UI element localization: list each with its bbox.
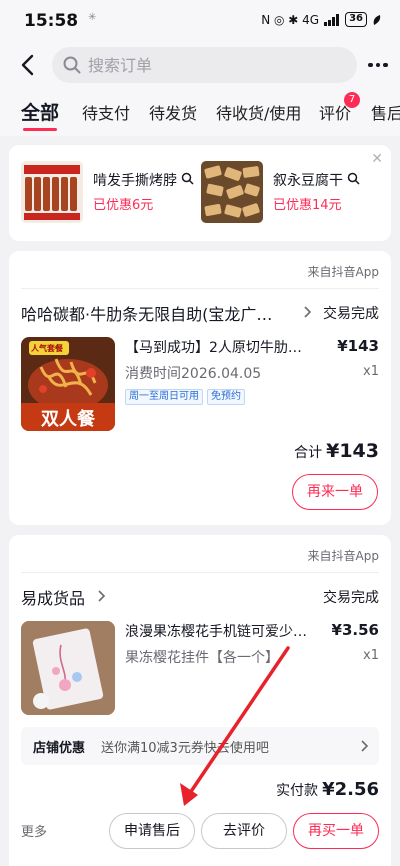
close-icon[interactable]: ✕	[371, 151, 383, 167]
order-status: 交易完成	[323, 306, 379, 322]
recommendation-item[interactable]: 啃发手撕烤脖 已优惠6元	[21, 161, 194, 223]
product-price: ¥3.56	[331, 621, 379, 639]
status-bar: 15:58 ✳ N ◎ ✱ 4G 36	[0, 0, 400, 40]
active-tab-indicator	[23, 128, 57, 131]
consumption-time: 消费时间2026.04.05	[125, 366, 262, 382]
product-title[interactable]: 【马到成功】2人原切牛肋…	[125, 337, 325, 357]
shop-promo-bar[interactable]: 店铺优惠 送你满10减3元券快去使用吧	[21, 727, 379, 765]
search-icon	[347, 172, 360, 185]
search-icon	[181, 172, 194, 185]
status-icons-text: N ◎ ✱ 4G	[261, 12, 320, 27]
more-link[interactable]: 更多	[21, 821, 47, 840]
total-amount: ¥143	[326, 440, 379, 462]
reorder-button[interactable]: 再来一单	[292, 474, 378, 510]
recommendation-item[interactable]: 叙永豆腐干 已优惠14元	[201, 161, 371, 223]
shop-name[interactable]: 易成货品	[21, 585, 85, 609]
tab-after-sales[interactable]: 售后	[371, 100, 400, 124]
search-box[interactable]	[52, 47, 357, 83]
tab-all[interactable]: 全部	[21, 98, 59, 125]
product-variant: 果冻樱花挂件【各一个】	[125, 650, 279, 666]
order-source: 来自抖音App	[307, 265, 379, 279]
more-dot-icon	[375, 62, 381, 68]
order-total: 合计 ¥143	[294, 440, 379, 462]
tab-pending-receipt[interactable]: 待收货/使用	[216, 100, 301, 124]
signal-icon	[324, 13, 340, 26]
promo-label: 店铺优惠	[33, 741, 86, 756]
chevron-right-icon[interactable]	[95, 589, 107, 603]
back-arrow-icon[interactable]	[16, 52, 42, 78]
product-quantity: x1	[363, 364, 379, 379]
product-thumbnail[interactable]	[21, 621, 115, 715]
tab-pending-shipment[interactable]: 待发货	[149, 100, 197, 124]
buy-again-button[interactable]: 再买一单	[293, 813, 379, 849]
chevron-right-icon[interactable]	[301, 305, 313, 319]
paid-value: ¥2.56	[322, 779, 379, 800]
recommendation-discount: 已优惠6元	[93, 198, 154, 213]
total-label: 合计	[294, 445, 323, 461]
top-header	[0, 40, 400, 92]
promo-text: 送你满10减3元券快去使用吧	[101, 741, 269, 756]
thumbnail-caption: 双人餐	[41, 409, 95, 430]
order-tabs: 全部 待支付 待发货 待收货/使用 评价 7 售后	[0, 92, 400, 136]
recommendation-title: 叙永豆腐干	[273, 173, 343, 189]
usage-tag: 周一至周日可用	[125, 389, 203, 405]
search-icon	[63, 56, 81, 74]
divider	[21, 572, 379, 573]
more-dot-icon	[368, 62, 373, 68]
apply-after-sales-button[interactable]: 申请售后	[109, 813, 195, 849]
paid-amount: 实付款 ¥2.56	[276, 779, 379, 800]
order-status: 交易完成	[323, 590, 379, 606]
order-card: 来自抖音App 哈哈碳都·牛肋条无限自助(宝龙广… 交易完成 人气套餐 双人餐 …	[9, 251, 391, 525]
status-indicator: ✳	[88, 12, 97, 23]
status-time: 15:58	[24, 11, 79, 31]
usage-tag: 免预约	[207, 389, 245, 405]
search-input[interactable]	[88, 51, 338, 79]
more-dot-icon	[383, 62, 388, 68]
shop-name[interactable]: 哈哈碳都·牛肋条无限自助(宝龙广…	[21, 301, 272, 325]
product-price: ¥143	[337, 337, 379, 355]
battery-icon: 36	[345, 12, 367, 27]
chevron-right-icon	[361, 740, 369, 752]
recommendation-discount: 已优惠14元	[273, 198, 342, 213]
product-thumbnail	[201, 161, 263, 223]
product-title[interactable]: 浪漫果冻樱花手机链可爱少…	[125, 621, 325, 641]
product-thumbnail[interactable]: 人气套餐 双人餐	[21, 337, 115, 431]
status-icons: N ◎ ✱ 4G 36	[261, 12, 382, 27]
product-thumbnail	[21, 161, 83, 223]
product-quantity: x1	[363, 648, 379, 663]
order-source: 来自抖音App	[307, 549, 379, 563]
divider	[21, 288, 379, 289]
write-review-button[interactable]: 去评价	[201, 813, 287, 849]
thumbnail-badge: 人气套餐	[31, 344, 63, 353]
recommendation-card: ✕ 啃发手撕烤脖 已优惠6元 叙永豆腐干 已优惠14元	[9, 145, 391, 241]
paid-label: 实付款	[276, 783, 319, 799]
order-card: 来自抖音App 易成货品 交易完成 浪漫果冻樱花手机链可爱少… ¥3.56 果冻…	[9, 535, 391, 866]
review-count-badge: 7	[344, 92, 360, 108]
recommendation-title: 啃发手撕烤脖	[93, 173, 177, 189]
tab-pending-payment[interactable]: 待支付	[82, 100, 130, 124]
leaf-icon	[373, 14, 381, 25]
more-options-button[interactable]	[366, 53, 390, 77]
